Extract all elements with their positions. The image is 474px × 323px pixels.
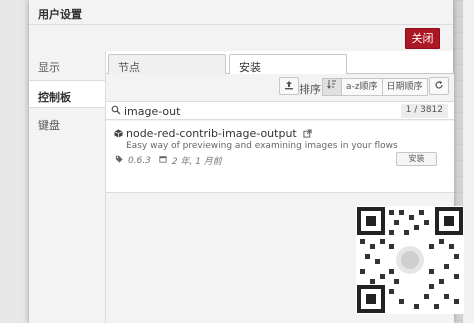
node-description: Easy way of previewing and examining ima… bbox=[126, 141, 398, 151]
upload-icon bbox=[284, 80, 294, 93]
settings-nav: 显示 控制板 键盘 bbox=[29, 51, 106, 323]
nav-item-display[interactable]: 显示 bbox=[29, 51, 105, 79]
tab-nodes[interactable]: 节点 bbox=[108, 54, 226, 75]
sort-date-button[interactable]: 日期顺序 bbox=[381, 78, 428, 96]
sort-relevance-button[interactable] bbox=[322, 78, 342, 96]
package-icon bbox=[114, 128, 123, 141]
close-button[interactable]: 关闭 bbox=[405, 28, 440, 49]
tab-install[interactable]: 安装 bbox=[229, 54, 347, 76]
qr-code-watermark bbox=[356, 206, 464, 314]
node-version: 0.6.3 bbox=[128, 155, 151, 166]
external-link-icon[interactable] bbox=[303, 128, 312, 141]
sort-az-button[interactable]: a-z顺序 bbox=[341, 78, 383, 96]
sort-options: a-z顺序 日期顺序 bbox=[322, 78, 428, 96]
install-button[interactable]: 安装 bbox=[396, 152, 437, 166]
sort-label: 排序: bbox=[299, 83, 325, 96]
sort-icon bbox=[327, 79, 337, 95]
search-results: node-red-contrib-image-output Easy way o… bbox=[106, 121, 454, 193]
refresh-button[interactable] bbox=[429, 77, 449, 95]
node-meta: 0.6.3 2 年, 1 月前 bbox=[115, 154, 222, 167]
nav-item-keyboard[interactable]: 键盘 bbox=[29, 109, 105, 137]
node-updated: 2 年, 1 月前 bbox=[171, 157, 222, 167]
search-bar: 1 / 3812 bbox=[106, 101, 454, 120]
tag-icon bbox=[115, 155, 123, 166]
search-input[interactable] bbox=[124, 104, 324, 118]
nav-item-palette[interactable]: 控制板 bbox=[29, 80, 106, 108]
palette-strip bbox=[0, 0, 30, 323]
palette-tabs: 节点 安装 bbox=[106, 51, 454, 76]
search-icon bbox=[111, 105, 121, 118]
dialog-title: 用户设置 bbox=[29, 0, 453, 25]
refresh-icon bbox=[434, 80, 444, 93]
node-name: node-red-contrib-image-output bbox=[126, 127, 312, 141]
sort-toolbar: 排序: a-z顺序 日期顺序 bbox=[106, 74, 454, 100]
search-result-count: 1 / 3812 bbox=[400, 104, 448, 118]
upload-button[interactable] bbox=[279, 77, 299, 95]
node-name-text: node-red-contrib-image-output bbox=[126, 127, 297, 140]
calendar-icon bbox=[159, 155, 167, 166]
dialog-toolbar: 关闭 bbox=[29, 25, 453, 51]
